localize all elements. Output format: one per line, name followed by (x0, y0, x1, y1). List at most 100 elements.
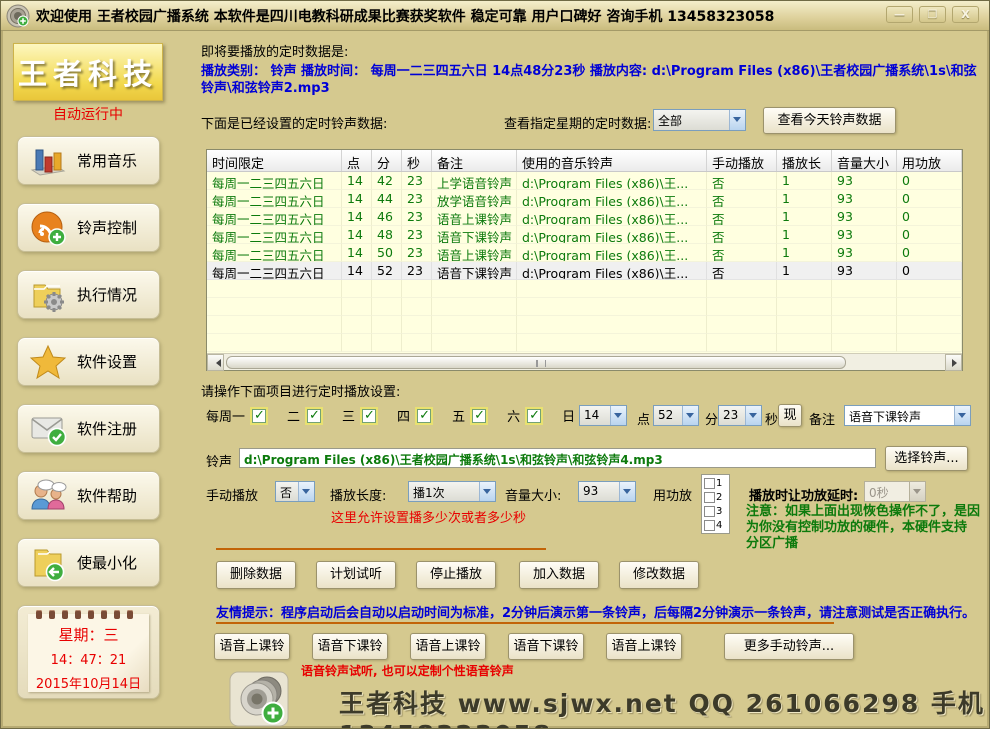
sidebar-item-7[interactable]: 使最小化 (17, 538, 160, 587)
volume-select[interactable]: 93 (578, 481, 636, 502)
table-cell: 语音下课铃声 (432, 262, 517, 280)
table-cell: d:\Program Files (x86)\王... (517, 244, 707, 262)
column-header[interactable]: 音量大小 (832, 150, 897, 171)
chevron-down-icon[interactable] (729, 110, 745, 130)
table-row[interactable]: 每周一二三四五六日144623语音上课铃声d:\Program Files (x… (207, 208, 962, 226)
weekday-checkbox-2[interactable] (307, 409, 321, 423)
bell-button-3[interactable]: 语音上课铃 (410, 633, 486, 660)
bell-button-6[interactable]: 更多手动铃声... (724, 633, 854, 660)
weekday-checkbox-6[interactable] (527, 409, 541, 423)
action-button-5[interactable]: 修改数据 (619, 561, 699, 589)
folder-gear-icon (29, 276, 67, 314)
scrollbar-thumb[interactable] (226, 356, 846, 369)
ring-path-input[interactable]: d:\Program Files (x86)\王者校园广播系统\1s\和弦铃声\… (239, 448, 876, 468)
table-cell: 否 (707, 208, 777, 226)
table-row[interactable]: 每周一二三四五六日144423放学语音铃声d:\Program Files (x… (207, 190, 962, 208)
amplifier-channel-list[interactable]: 1234 (701, 474, 730, 534)
weekday-text: 星期：三 (28, 624, 149, 645)
amp-channel-checkbox-1[interactable] (704, 478, 715, 489)
column-header[interactable]: 点 (342, 150, 372, 171)
column-header[interactable]: 秒 (402, 150, 432, 171)
chevron-down-icon[interactable] (479, 482, 495, 501)
table-cell (342, 280, 372, 298)
table-row[interactable]: 每周一二三四五六日145023语音上课铃声d:\Program Files (x… (207, 244, 962, 262)
action-button-3[interactable]: 停止播放 (416, 561, 496, 589)
chevron-down-icon[interactable] (954, 406, 970, 425)
minimize-button[interactable]: — (886, 6, 913, 23)
minute-select[interactable]: 52 (653, 405, 699, 426)
empty-row (207, 280, 962, 298)
table-cell: 23 (402, 208, 432, 226)
chevron-down-icon[interactable] (745, 406, 761, 425)
sidebar-item-1[interactable]: 常用音乐 (17, 136, 160, 185)
column-header[interactable]: 分 (372, 150, 402, 171)
sidebar-item-5[interactable]: 软件注册 (17, 404, 160, 453)
table-row[interactable]: 每周一二三四五六日144223上学语音铃声d:\Program Files (x… (207, 172, 962, 190)
now-button[interactable]: 现 (778, 404, 802, 427)
choose-ring-button[interactable]: 选择铃声... (885, 446, 968, 471)
sidebar-item-4[interactable]: 软件设置 (17, 337, 160, 386)
column-header[interactable]: 用功放 (897, 150, 962, 171)
maximize-button[interactable]: ❐ (919, 6, 946, 23)
table-cell: 93 (832, 262, 897, 280)
action-button-1[interactable]: 删除数据 (216, 561, 296, 589)
amp-channel-checkbox-3[interactable] (704, 506, 715, 517)
sidebar-item-3[interactable]: 执行情况 (17, 270, 160, 319)
weekday-checkbox-5[interactable] (472, 409, 486, 423)
scroll-right-icon[interactable] (945, 354, 962, 371)
horizontal-scrollbar[interactable] (207, 353, 962, 370)
table-cell: 0 (897, 226, 962, 244)
hour-select[interactable]: 14 (579, 405, 627, 426)
empty-row (207, 316, 962, 334)
table-row[interactable]: 每周一二三四五六日144823语音下课铃声d:\Program Files (x… (207, 226, 962, 244)
column-header[interactable]: 备注 (432, 150, 517, 171)
weekday-checkbox-1[interactable] (252, 409, 266, 423)
sidebar-item-2[interactable]: 铃声控制 (17, 203, 160, 252)
bar-chart-icon (29, 142, 67, 180)
window-title: 欢迎使用 王者校园广播系统 本软件是四川电教科研成果比赛获奖软件 稳定可靠 用户… (36, 6, 774, 26)
weekday-checkbox-3[interactable] (362, 409, 376, 423)
table-cell: 14 (342, 208, 372, 226)
second-select[interactable]: 23 (718, 405, 762, 426)
column-header[interactable]: 手动播放 (707, 150, 777, 171)
chevron-down-icon[interactable] (682, 406, 698, 425)
schedule-table[interactable]: 时间限定点分秒备注使用的音乐铃声手动播放播放长音量大小用功放 每周一二三四五六日… (206, 149, 963, 371)
play-length-select[interactable]: 播1次 (408, 481, 496, 502)
table-cell: 93 (832, 190, 897, 208)
amp-channel-label: 2 (716, 492, 722, 503)
action-button-2[interactable]: 计划试听 (316, 561, 396, 589)
bell-button-4[interactable]: 语音下课铃 (508, 633, 584, 660)
table-cell: 14 (342, 262, 372, 280)
weekday-checkbox-4[interactable] (417, 409, 431, 423)
column-header[interactable]: 使用的音乐铃声 (517, 150, 707, 171)
action-button-4[interactable]: 加入数据 (519, 561, 599, 589)
table-cell (342, 316, 372, 334)
column-header[interactable]: 播放长 (777, 150, 832, 171)
chevron-down-icon[interactable] (610, 406, 626, 425)
amp-channel-checkbox-2[interactable] (704, 492, 715, 503)
bell-button-2[interactable]: 语音下课铃 (312, 633, 388, 660)
title-bar: 欢迎使用 王者校园广播系统 本软件是四川电教科研成果比赛获奖软件 稳定可靠 用户… (1, 1, 989, 31)
table-cell: 每周一二三四五六日 (207, 244, 342, 262)
table-body[interactable]: 每周一二三四五六日144223上学语音铃声d:\Program Files (x… (207, 172, 962, 352)
bell-button-1[interactable]: 语音上课铃 (214, 633, 290, 660)
table-row[interactable]: 每周一二三四五六日145223语音下课铃声d:\Program Files (x… (207, 262, 962, 280)
view-today-button[interactable]: 查看今天铃声数据 (763, 107, 896, 134)
column-header[interactable]: 时间限定 (207, 150, 342, 171)
table-cell (897, 334, 962, 352)
weekday-label: 日 (562, 406, 575, 425)
amp-channel-checkbox-4[interactable] (704, 520, 715, 531)
scroll-left-icon[interactable] (207, 354, 224, 371)
sidebar-item-label: 使最小化 (77, 552, 137, 573)
chevron-down-icon[interactable] (298, 482, 314, 501)
length-hint-text: 这里允许设置播多少次或者多少秒 (331, 507, 526, 526)
remark-select[interactable]: 语音下课铃声 (844, 405, 971, 426)
sidebar-item-6[interactable]: 软件帮助 (17, 471, 160, 520)
table-cell: 上学语音铃声 (432, 172, 517, 190)
manual-play-select[interactable]: 否 (275, 481, 315, 502)
bell-button-5[interactable]: 语音上课铃 (606, 633, 682, 660)
sidebar-item-label: 软件帮助 (77, 485, 137, 506)
chevron-down-icon[interactable] (619, 482, 635, 501)
week-filter-select[interactable]: 全部 (653, 109, 746, 131)
close-button[interactable]: X (952, 6, 979, 23)
